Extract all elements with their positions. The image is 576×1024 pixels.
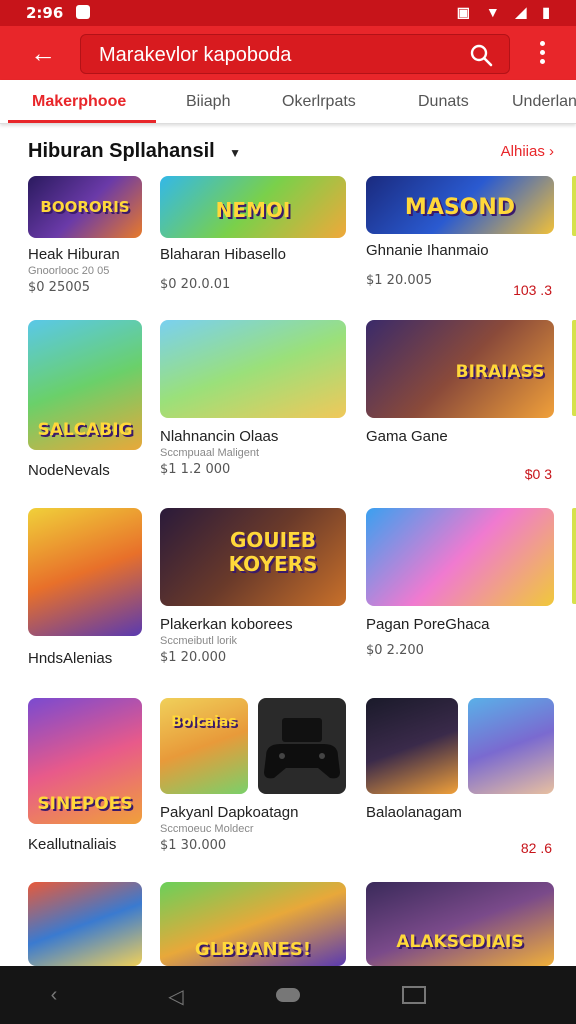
gamepad-icon: [264, 718, 340, 779]
tab-dunats[interactable]: Dunats: [418, 93, 469, 111]
search-input[interactable]: Marakevlor kapoboda: [99, 44, 291, 67]
game-thumbnail: [258, 698, 346, 794]
game-thumbnail: [366, 698, 458, 794]
game-rating: 82 .6: [520, 840, 552, 856]
status-bar: 2:96 ▣ ▼ ◢ ▮: [0, 0, 576, 26]
game-thumbnail: MASOND: [366, 176, 554, 234]
thumbnail-title: BOORORIS: [40, 198, 130, 216]
search-bar[interactable]: Marakevlor kapoboda: [80, 34, 510, 74]
see-all-link[interactable]: Alhiias ›: [501, 143, 554, 160]
game-card[interactable]: BOORORIS Heak Hiburan Gnoorlooc 20 05 $0…: [28, 176, 142, 295]
game-thumbnail: SINEPOES: [28, 698, 142, 824]
game-thumbnail: [366, 508, 554, 606]
game-price: $0 25005: [28, 280, 91, 295]
game-card[interactable]: SALCABIG NodeNevals: [28, 320, 142, 479]
game-subtitle: Sccmpuaal Maligent: [160, 447, 260, 459]
game-price: $1 20.000: [160, 650, 227, 665]
game-thumbnail: [160, 320, 346, 418]
nav-home-icon[interactable]: [276, 988, 300, 1002]
thumbnail-title: ALAKSCDIAIS: [396, 932, 524, 952]
game-name: Pagan PoreGhaca: [366, 616, 490, 633]
game-name: Blaharan Hibasello: [160, 246, 286, 263]
thumbnail-title: GLBBANES!: [194, 939, 312, 960]
system-icons: ▣ ▼ ◢ ▮: [456, 4, 556, 20]
thumbnail-title: MASOND: [404, 195, 516, 220]
more-vert-icon[interactable]: [530, 38, 554, 68]
game-thumbnail: [28, 882, 142, 966]
tab-underlan[interactable]: Underlan: [512, 93, 576, 111]
section-title: Hiburan Spllahansil: [28, 140, 215, 162]
tab-makerphooe[interactable]: Makerphooe: [32, 93, 126, 111]
game-card[interactable]: GOUIEB KOYERS Plakerkan koborees Sccmeib…: [160, 508, 346, 665]
tab-indicator: [8, 120, 156, 123]
system-nav-bar: ‹ ◁: [0, 966, 576, 1024]
game-thumbnail: NEMOI: [160, 176, 346, 238]
thumbnail-title: SALCABIG: [37, 420, 133, 440]
game-card[interactable]: ALAKSCDIAIS: [366, 882, 554, 966]
game-name: NodeNevals: [28, 462, 110, 479]
thumbnail-title: BIRAIASS: [455, 362, 545, 382]
search-icon[interactable]: [469, 43, 493, 67]
thumbnail-title: Bolcaias: [171, 714, 237, 730]
game-card[interactable]: [28, 882, 142, 966]
game-card[interactable]: MASOND Ghnanie Ihanmaio $1 20.005: [366, 176, 554, 288]
game-subtitle: Sccmeibutl lorik: [160, 635, 238, 647]
tab-biiaph[interactable]: Biiaph: [186, 93, 230, 111]
app-bar: ← Marakevlor kapoboda: [0, 26, 576, 80]
game-card[interactable]: SINEPOES Keallutnaliais: [28, 698, 142, 853]
tab-okerlrpats[interactable]: Okerlrpats: [282, 93, 356, 111]
game-rating: 103 .3: [513, 282, 552, 298]
game-name: Heak Hiburan: [28, 246, 120, 263]
game-card[interactable]: HndsAlenias: [28, 508, 142, 667]
game-name: Balaolanagam: [366, 804, 462, 821]
tab-bar: Makerphooe Biiaph Okerlrpats Dunats Unde…: [0, 80, 576, 124]
game-subtitle: Gnoorlooc 20 05: [28, 265, 110, 277]
game-thumbnail: GOUIEB KOYERS: [160, 508, 346, 606]
game-name: Ghnanie Ihanmaio: [366, 242, 489, 259]
game-thumbnail: BIRAIASS: [366, 320, 554, 418]
game-thumbnail: SALCABIG: [28, 320, 142, 450]
section-header: Hiburan Spllahansil ▼ Alhiias ›: [28, 140, 554, 170]
game-name: Gama Gane: [366, 428, 448, 445]
game-thumbnail: [28, 508, 142, 636]
game-thumbnail: [468, 698, 554, 794]
next-card-edge: [572, 176, 576, 236]
game-name: Nlahnancin Olaas: [160, 428, 279, 445]
game-name: Plakerkan koborees: [160, 616, 293, 633]
game-name: HndsAlenias: [28, 650, 113, 667]
clock: 2:96: [26, 4, 64, 22]
game-thumbnail-pair: Bolcaias: [160, 698, 346, 794]
notification-icon: [76, 5, 90, 19]
game-card[interactable]: BIRAIASS Gama Gane: [366, 320, 554, 445]
game-thumbnail: GLBBANES!: [160, 882, 346, 966]
game-thumbnail: ALAKSCDIAIS: [366, 882, 554, 966]
game-subtitle: Sccmoeuc Moldecr: [160, 823, 254, 835]
game-card[interactable]: Nlahnancin Olaas Sccmpuaal Maligent $1 1…: [160, 320, 346, 477]
nav-overview-icon[interactable]: [402, 986, 426, 1004]
game-rating: $0 3: [524, 466, 552, 482]
thumbnail-title: NEMOI: [215, 198, 291, 222]
game-card[interactable]: NEMOI Blaharan Hibasello $0 20.0.01: [160, 176, 346, 292]
game-card[interactable]: Pagan PoreGhaca $0 2.200: [366, 508, 554, 658]
game-card[interactable]: Balaolanagam: [366, 698, 554, 821]
next-card-edge: [572, 508, 576, 604]
game-price: $1 30.000: [160, 838, 227, 853]
thumbnail-title: GOUIEB KOYERS: [228, 528, 318, 576]
game-name: Keallutnaliais: [28, 836, 117, 853]
caret-down-icon[interactable]: ▼: [229, 146, 241, 160]
game-card[interactable]: GLBBANES!: [160, 882, 346, 966]
thumbnail-title: SINEPOES: [37, 794, 133, 814]
game-price: $0 2.200: [366, 643, 424, 658]
next-card-edge: [572, 320, 576, 416]
game-thumbnail-pair: [366, 698, 554, 794]
game-thumbnail: Bolcaias: [160, 698, 248, 794]
game-card[interactable]: Bolcaias Pakyanl Dapkoatagn Sccmoeuc Mol…: [160, 698, 346, 853]
game-thumbnail: BOORORIS: [28, 176, 142, 238]
game-price: $1 1.2 000: [160, 462, 231, 477]
game-name: Pakyanl Dapkoatagn: [160, 804, 299, 821]
nav-recent-left-icon[interactable]: ◁: [162, 984, 190, 1008]
nav-back-icon[interactable]: ‹: [40, 984, 68, 1006]
game-price: $0 20.0.01: [160, 277, 231, 292]
back-arrow-icon[interactable]: ←: [26, 36, 60, 70]
